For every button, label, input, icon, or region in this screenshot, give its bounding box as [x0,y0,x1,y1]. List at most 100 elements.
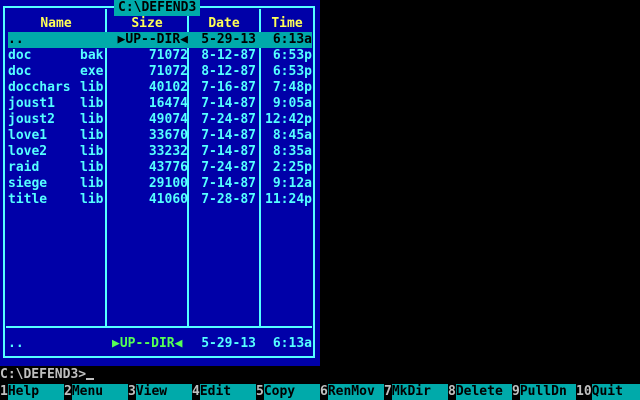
fkey-menu[interactable]: 2Menu [64,384,128,400]
file-time: 9:12a [272,176,312,191]
file-date: 7-24-87 [201,160,256,175]
file-row[interactable]: siege lib 29100 7-14-87 9:12a [8,176,312,192]
fkey-view[interactable]: 3View [128,384,192,400]
file-size: 33232 [148,144,188,159]
file-name: love2 [8,144,48,159]
file-row[interactable]: doc bak 71072 8-12-87 6:53p [8,48,312,64]
file-extension: lib [80,144,104,159]
fkey-label: Copy [263,384,320,400]
file-size: 49074 [148,112,188,127]
header-size[interactable]: Size [108,16,186,32]
fkey-number: 10 [576,384,592,400]
file-time: 6:53p [272,48,312,63]
file-name: .. [8,32,24,47]
file-size: 16474 [148,96,188,111]
file-date: 8-12-87 [201,48,256,63]
fkey-number: 5 [256,384,264,400]
fkey-number: 8 [448,384,456,400]
fkey-mkdir[interactable]: 7MkDir [384,384,448,400]
file-size: 41060 [148,192,188,207]
norton-commander-screen: C:\DEFEND3 Name Size Date Time .. ▶UP--DI… [0,0,640,400]
panel-path-title: C:\DEFEND3 [114,0,201,16]
fkey-label: Delete [455,384,512,400]
fkey-number: 2 [64,384,72,400]
file-name: joust1 [8,96,55,111]
header-time[interactable]: Time [262,16,312,32]
file-extension: lib [80,128,104,143]
fkey-label: RenMov [327,384,384,400]
file-extension: lib [80,160,104,175]
file-name: siege [8,176,48,191]
file-row[interactable]: raid lib 43776 7-24-87 2:25p [8,160,312,176]
file-date: 7-14-87 [201,128,256,143]
file-row[interactable]: docchars lib 40102 7-16-87 7:48p [8,80,312,96]
fkey-number: 7 [384,384,392,400]
mini-status: .. ▶UP--DIR◀ 5-29-13 6:13a [8,336,312,352]
file-name: docchars [8,80,71,95]
file-time: 8:45a [272,128,312,143]
file-row[interactable]: love2 lib 33232 7-14-87 8:35a [8,144,312,160]
file-date: 7-16-87 [201,80,256,95]
file-time: 6:13a [272,32,312,47]
file-extension: lib [80,176,104,191]
fkey-number: 6 [320,384,328,400]
file-size: 33670 [148,128,188,143]
fkey-edit[interactable]: 4Edit [192,384,256,400]
file-time: 6:53p [272,64,312,79]
file-time: 11:24p [265,192,312,207]
fkey-label: MkDir [391,384,448,400]
file-date: 7-24-87 [201,112,256,127]
file-row[interactable]: doc exe 71072 8-12-87 6:53p [8,64,312,80]
file-size: 43776 [148,160,188,175]
status-time: 6:13a [272,336,312,351]
fkey-number: 3 [128,384,136,400]
fkey-quit[interactable]: 10Quit [576,384,640,400]
file-extension: lib [80,192,104,207]
command-line[interactable]: C:\DEFEND3> [0,366,95,383]
file-name: doc [8,48,32,63]
file-extension: lib [80,80,104,95]
file-name: doc [8,64,32,79]
header-name[interactable]: Name [8,16,104,32]
file-time: 9:05a [272,96,312,111]
file-panel[interactable]: C:\DEFEND3 Name Size Date Time .. ▶UP--DI… [0,0,320,366]
file-extension: exe [80,64,104,79]
file-row[interactable]: .. ▶UP--DIR◀ 5-29-13 6:13a [8,32,312,48]
file-row[interactable]: joust1 lib 16474 7-14-87 9:05a [8,96,312,112]
fkey-number: 4 [192,384,200,400]
fkey-renmov[interactable]: 6RenMov [320,384,384,400]
fkey-label: Help [7,384,64,400]
file-size: 40102 [148,80,188,95]
status-size: ▶UP--DIR◀ [112,336,183,351]
file-size: 71072 [148,48,188,63]
file-extension [80,32,110,48]
file-size: 29100 [148,176,188,191]
file-row[interactable]: joust2 lib 49074 7-24-87 12:42p [8,112,312,128]
fkey-label: Edit [199,384,256,400]
file-row[interactable]: love1 lib 33670 7-14-87 8:45a [8,128,312,144]
fkey-label: Menu [71,384,128,400]
text-cursor [86,378,95,380]
status-name: .. [8,336,24,351]
fkey-delete[interactable]: 8Delete [448,384,512,400]
file-time: 8:35a [272,144,312,159]
function-key-bar: 1Help 2Menu 3View 4Edit 5Copy 6RenMov 7MkDir 8D… [0,384,640,400]
fkey-pulldn[interactable]: 9PullDn [512,384,576,400]
fkey-copy[interactable]: 5Copy [256,384,320,400]
file-size: ▶UP--DIR◀ [117,32,188,47]
file-date: 7-14-87 [201,96,256,111]
header-date[interactable]: Date [190,16,258,32]
file-name: joust2 [8,112,55,127]
command-prompt: C:\DEFEND3> [0,367,87,382]
file-extension: lib [80,96,104,111]
file-name: raid [8,160,40,175]
file-date: 7-14-87 [201,176,256,191]
fkey-number: 1 [0,384,8,400]
file-date: 5-29-13 [201,32,256,47]
fkey-label: PullDn [519,384,576,400]
file-date: 7-28-87 [201,192,256,207]
file-extension: lib [80,112,104,127]
file-time: 7:48p [272,80,312,95]
file-row[interactable]: title lib 41060 7-28-87 11:24p [8,192,312,208]
fkey-help[interactable]: 1Help [0,384,64,400]
